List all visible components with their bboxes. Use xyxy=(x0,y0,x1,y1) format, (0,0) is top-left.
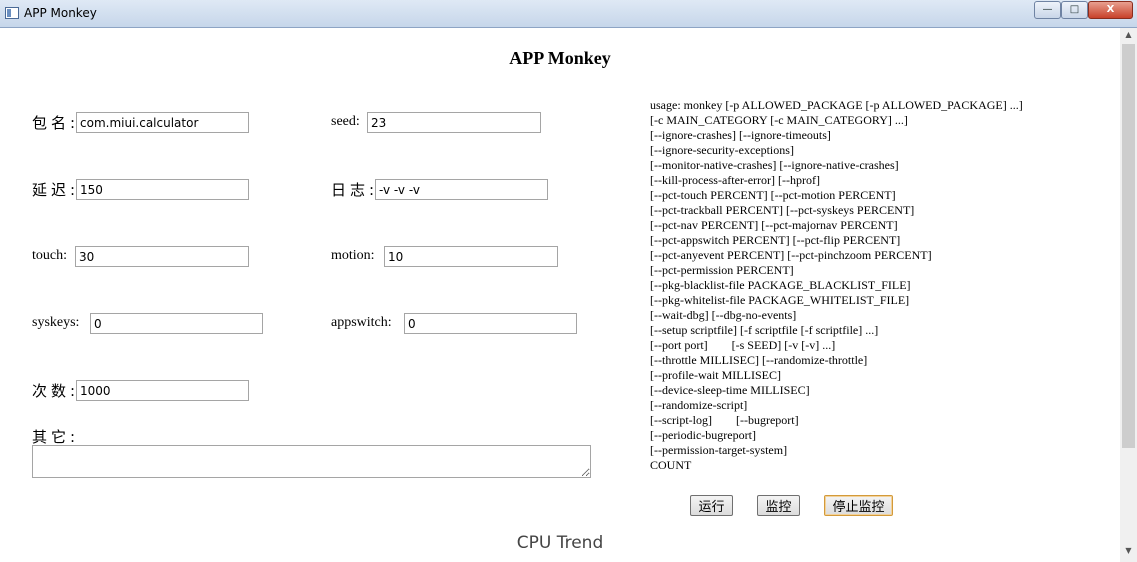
app-window-icon xyxy=(5,7,19,19)
motion-input[interactable] xyxy=(384,246,558,267)
log-input[interactable] xyxy=(375,179,548,200)
package-input[interactable] xyxy=(76,112,249,133)
appswitch-label: appswitch: xyxy=(331,315,392,330)
monitor-button[interactable]: 监控 xyxy=(757,495,800,516)
log-label: 日志: xyxy=(331,181,379,199)
cpu-trend-title: CPU Trend xyxy=(516,533,604,553)
touch-input[interactable] xyxy=(75,246,249,267)
other-label: 其它: xyxy=(32,428,80,446)
page-title: APP Monkey xyxy=(509,48,611,68)
seed-label: seed: xyxy=(331,114,360,129)
stop-monitor-button[interactable]: 停止监控 xyxy=(824,495,893,516)
syskeys-label: syskeys: xyxy=(32,315,80,330)
touch-label: touch: xyxy=(32,248,67,263)
run-button[interactable]: 运行 xyxy=(690,495,733,516)
window-title: APP Monkey xyxy=(24,6,97,20)
vertical-scrollbar[interactable]: ▲ ▼ xyxy=(1120,28,1137,562)
package-label: 包名: xyxy=(32,114,80,132)
delay-input[interactable] xyxy=(76,179,249,200)
window-titlebar: APP Monkey — □ X xyxy=(0,0,1137,28)
syskeys-input[interactable] xyxy=(90,313,263,334)
other-textarea[interactable] xyxy=(32,445,591,478)
scroll-up-arrow-icon[interactable]: ▲ xyxy=(1120,30,1137,44)
minimize-button[interactable]: — xyxy=(1034,1,1061,19)
scroll-thumb[interactable] xyxy=(1122,44,1135,448)
seed-input[interactable] xyxy=(367,112,541,133)
count-input[interactable] xyxy=(76,380,249,401)
close-button[interactable]: X xyxy=(1088,1,1133,19)
maximize-button[interactable]: □ xyxy=(1061,1,1088,19)
count-label: 次数: xyxy=(32,382,80,400)
scroll-down-arrow-icon[interactable]: ▼ xyxy=(1120,546,1137,560)
delay-label: 延迟: xyxy=(32,181,80,199)
appswitch-input[interactable] xyxy=(404,313,577,334)
motion-label: motion: xyxy=(331,248,375,263)
monkey-usage-text: usage: monkey [-p ALLOWED_PACKAGE [-p AL… xyxy=(650,98,1023,472)
